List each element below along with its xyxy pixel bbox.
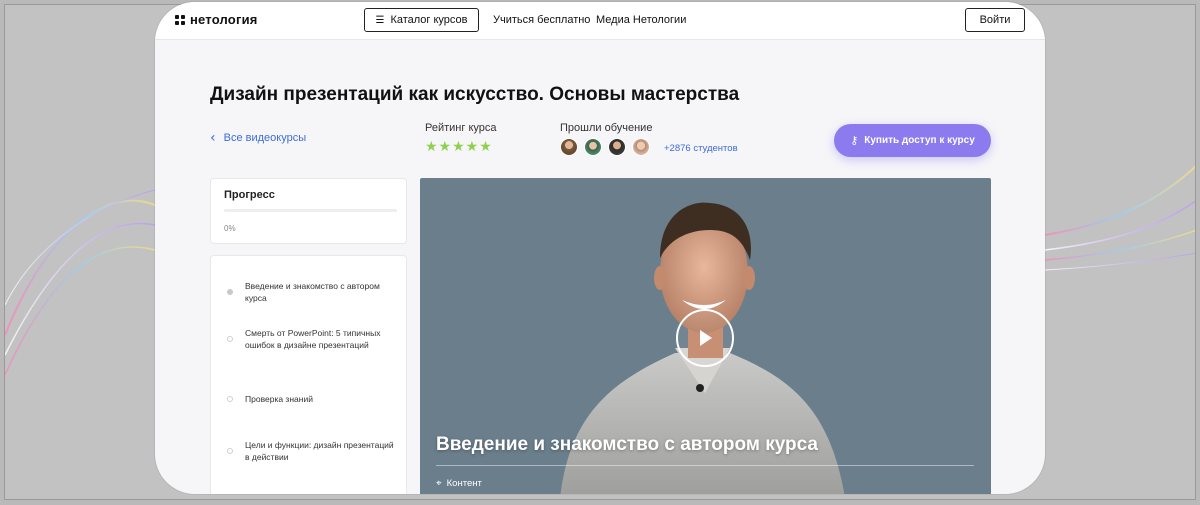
site-logo[interactable]: нетология <box>175 12 258 27</box>
key-icon: ⚷ <box>850 134 859 147</box>
lesson-item[interactable]: Смерть от PowerPoint: 5 типичных ошибок … <box>227 327 397 351</box>
logo-text: нетология <box>190 12 258 27</box>
buy-access-button[interactable]: ⚷ Купить доступ к курсу <box>834 124 991 157</box>
avatar <box>632 138 650 156</box>
play-icon <box>700 330 712 346</box>
logo-icon <box>175 14 185 25</box>
back-link-label: Все видеокурсы <box>223 132 307 144</box>
avatar <box>584 138 602 156</box>
lesson-status-dot <box>227 289 233 295</box>
tag-icon: ⌖ <box>436 478 442 489</box>
back-to-courses-link[interactable]: ‹ Все видеокурсы <box>210 130 306 146</box>
students-label: Прошли обучение <box>560 122 653 134</box>
rating-stars: ★★★★★ <box>425 139 493 155</box>
progress-card: Прогресс 0% <box>210 178 407 244</box>
lesson-status-dot <box>227 448 233 454</box>
students-count[interactable]: +2876 студентов <box>664 143 738 154</box>
chevron-left-icon: ‹ <box>210 130 216 146</box>
avatar <box>608 138 626 156</box>
rating-label: Рейтинг курса <box>425 122 497 134</box>
progress-title: Прогресс <box>224 189 275 201</box>
lesson-title: Проверка знаний <box>245 394 313 404</box>
lesson-status-dot <box>227 336 233 342</box>
catalog-button[interactable]: ☰ Каталог курсов <box>364 8 479 32</box>
site-header: нетология ☰ Каталог курсов Учиться беспл… <box>155 2 1045 40</box>
lesson-status-dot <box>227 396 233 402</box>
lessons-list: Введение и знакомство с автором курса См… <box>210 255 407 494</box>
avatar <box>560 138 578 156</box>
lesson-item[interactable]: Проверка знаний <box>227 393 397 405</box>
video-player[interactable]: Введение и знакомство с автором курса ⌖ … <box>420 178 991 494</box>
browser-page-card: нетология ☰ Каталог курсов Учиться беспл… <box>155 2 1045 494</box>
video-tag-label: Контент <box>446 478 482 489</box>
lesson-title: Цели и функции: дизайн презентаций в дей… <box>245 440 394 462</box>
progress-value: 0% <box>224 224 236 233</box>
course-title: Дизайн презентаций как искусство. Основы… <box>210 84 740 105</box>
catalog-button-label: Каталог курсов <box>390 14 468 26</box>
login-button[interactable]: Войти <box>965 8 1025 32</box>
lesson-item[interactable]: Введение и знакомство с автором курса <box>227 280 397 304</box>
video-tag[interactable]: ⌖ Контент <box>436 478 482 489</box>
buy-button-label: Купить доступ к курсу <box>864 135 975 146</box>
nav-link-free-learning[interactable]: Учиться бесплатно <box>493 14 590 26</box>
video-title: Введение и знакомство с автором курса <box>436 434 818 455</box>
lesson-title: Введение и знакомство с автором курса <box>245 281 380 303</box>
lesson-title: Смерть от PowerPoint: 5 типичных ошибок … <box>245 328 381 350</box>
catalog-search-icon: ☰ <box>375 14 385 26</box>
video-divider <box>436 465 974 466</box>
play-button[interactable] <box>676 309 734 367</box>
nav-link-media[interactable]: Медиа Нетологии <box>596 14 686 26</box>
student-avatars <box>560 138 656 156</box>
lesson-item[interactable]: Цели и функции: дизайн презентаций в дей… <box>227 439 397 463</box>
progress-bar <box>224 209 397 212</box>
